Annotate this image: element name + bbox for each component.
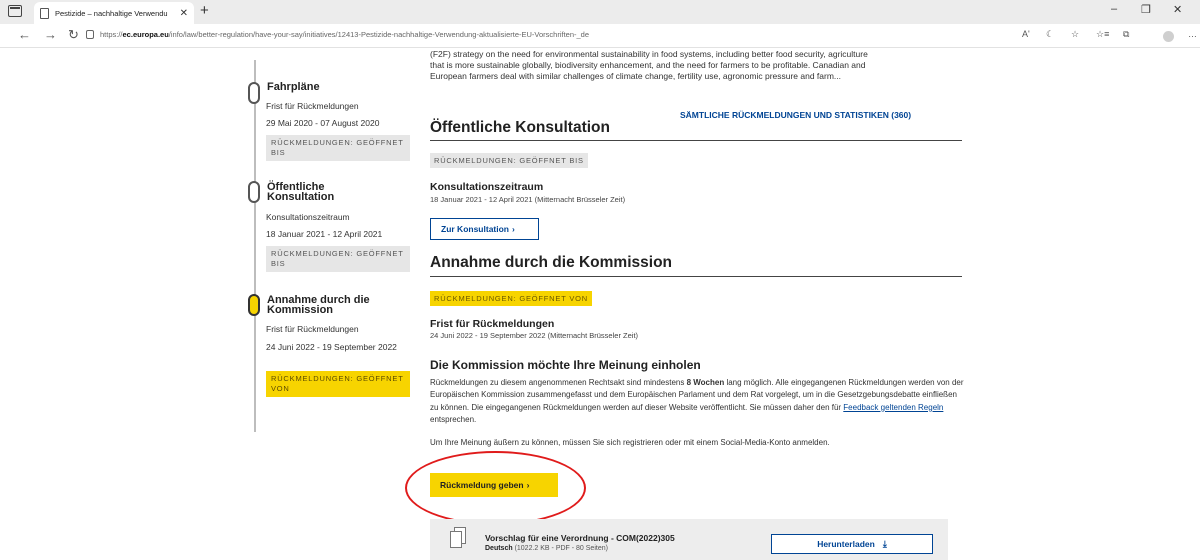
feedback-excerpt: (F2F) strategy on the need for environme… xyxy=(430,49,868,81)
timeline-step-dates: 24 Juni 2022 - 19 September 2022 xyxy=(266,342,397,352)
url-host: ec.europa.eu xyxy=(122,30,169,39)
all-feedback-link[interactable]: SÄMTLICHE RÜCKMELDUNGEN UND STATISTIKEN … xyxy=(680,110,911,120)
timeline-step-label: Frist für Rückmeldungen xyxy=(266,324,359,334)
timeline-step-title: Öffentliche Konsultation xyxy=(267,181,335,203)
timeline-step-dates: 29 Mai 2020 - 07 August 2020 xyxy=(266,118,380,128)
read-aloud-icon[interactable]: Aʹ xyxy=(1022,29,1030,39)
timeline-step-title: Fahrpläne xyxy=(267,81,320,93)
page-icon xyxy=(40,7,49,19)
back-button[interactable]: ← xyxy=(18,27,31,42)
download-icon: ⤓ xyxy=(882,538,887,549)
tab-title: Pestizide – nachhaltige Verwendu xyxy=(55,8,168,18)
favorites-list-icon[interactable]: ☆≡ xyxy=(1096,29,1109,40)
timeline-step-badge: RÜCKMELDUNGEN: GEÖFFNET BIS xyxy=(266,135,410,161)
download-button[interactable]: Herunterladen ⤓ xyxy=(771,534,933,554)
timeline-step-badge: RÜCKMELDUNGEN: GEÖFFNET BIS xyxy=(266,246,410,272)
register-paragraph: Um Ihre Meinung äußern zu können, müssen… xyxy=(430,438,830,447)
feedback-rules-link[interactable]: Feedback geltenden Regeln xyxy=(843,403,943,412)
restore-button[interactable]: ❐ xyxy=(1141,3,1151,16)
red-highlight-circle xyxy=(405,451,586,525)
consultation-heading: Öffentliche Konsultation xyxy=(430,119,610,136)
timeline-step-label: Konsultationszeitraum xyxy=(266,212,350,222)
document-meta: Deutsch (1022.2 KB - PDF - 80 Seiten) xyxy=(485,545,608,552)
favorite-star-icon[interactable]: ☆ xyxy=(1071,29,1079,40)
browser-tab-bar: Pestizide – nachhaltige Verwendu ✕ + – ❐… xyxy=(0,0,1200,24)
url-prefix: https:// xyxy=(100,30,123,39)
timeline-step-label: Frist für Rückmeldungen xyxy=(266,101,359,111)
reload-button[interactable]: ↻ xyxy=(68,27,79,43)
timeline-step-badge: RÜCKMELDUNGEN: GEÖFFNET VON xyxy=(266,371,410,397)
tab-actions-icon[interactable] xyxy=(8,5,22,17)
paragraph-text: Rückmeldungen zu diesem angenommenen Rec… xyxy=(430,378,687,387)
timeline-line xyxy=(254,60,256,432)
status-badge: RÜCKMELDUNGEN: GEÖFFNET VON xyxy=(430,291,592,306)
deadline-title: Frist für Rückmeldungen xyxy=(430,318,555,330)
timeline-step-icon xyxy=(248,181,260,203)
minimize-button[interactable]: – xyxy=(1111,3,1117,15)
document-download-box: Vorschlag für eine Verordnung - COM(2022… xyxy=(430,519,948,560)
new-tab-button[interactable]: + xyxy=(200,2,209,19)
close-window-button[interactable]: ✕ xyxy=(1173,3,1182,16)
paragraph-bold: 8 Wochen xyxy=(686,378,725,387)
profile-avatar[interactable] xyxy=(1163,31,1174,42)
timeline-step-title: Annahme durch die Kommission xyxy=(267,294,370,316)
paragraph-text: entsprechen. xyxy=(430,415,477,425)
timeline-step-icon-active xyxy=(248,294,260,316)
consultation-period-title: Konsultationszeitraum xyxy=(430,181,544,193)
address-bar: ← → ↻ https://ec.europa.eu/info/law/bett… xyxy=(0,24,1200,48)
opinion-heading: Die Kommission möchte Ihre Meinung einho… xyxy=(430,358,701,372)
lock-icon[interactable] xyxy=(86,30,94,39)
deadline-dates: 24 Juni 2022 - 19 September 2022 (Mitter… xyxy=(430,331,639,340)
status-badge: RÜCKMELDUNGEN: GEÖFFNET BIS xyxy=(430,153,588,168)
timeline-step-dates: 18 Januar 2021 - 12 April 2021 xyxy=(266,229,383,239)
chevron-right-icon: › xyxy=(512,224,515,234)
download-label: Herunterladen xyxy=(817,539,875,549)
to-consultation-label: Zur Konsultation xyxy=(441,224,509,234)
more-menu-icon[interactable]: … xyxy=(1188,29,1197,39)
document-language: Deutsch xyxy=(485,545,513,552)
url-field[interactable]: https://ec.europa.eu/info/law/better-reg… xyxy=(100,30,589,39)
document-title: Vorschlag für eine Verordnung - COM(2022… xyxy=(485,533,675,543)
forward-button[interactable]: → xyxy=(44,27,57,42)
document-size: (1022.2 KB - PDF - 80 Seiten) xyxy=(512,545,608,552)
tab-close-icon[interactable]: ✕ xyxy=(180,8,188,19)
adoption-heading: Annahme durch die Kommission xyxy=(430,254,673,271)
browser-tab[interactable]: Pestizide – nachhaltige Verwendu ✕ xyxy=(34,2,194,24)
collections-icon[interactable]: ⧉ xyxy=(1123,29,1129,40)
consultation-period-dates: 18 Januar 2021 - 12 April 2021 (Mitterna… xyxy=(430,195,626,204)
immersive-reader-icon[interactable]: ☾ xyxy=(1046,29,1054,40)
divider xyxy=(430,140,962,141)
timeline-step-icon xyxy=(248,82,260,104)
to-consultation-button[interactable]: Zur Konsultation › xyxy=(430,218,539,240)
divider xyxy=(430,276,962,277)
document-icon xyxy=(450,531,462,548)
url-path: /info/law/better-regulation/have-your-sa… xyxy=(168,30,590,39)
opinion-paragraph: Rückmeldungen zu diesem angenommenen Rec… xyxy=(430,377,965,427)
